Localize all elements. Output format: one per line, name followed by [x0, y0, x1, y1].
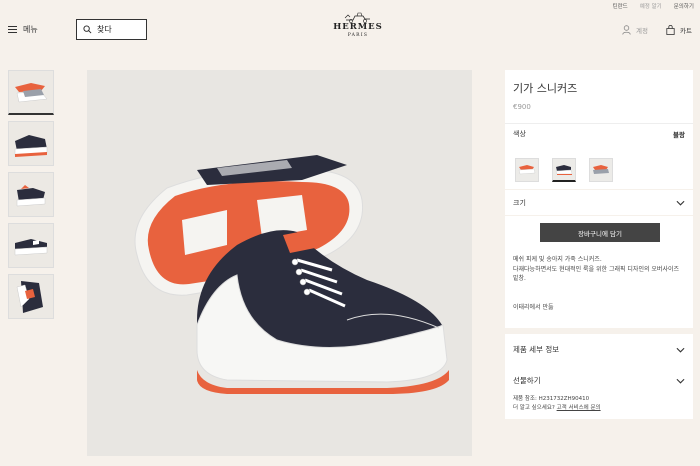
- thumbnail-5[interactable]: [8, 274, 54, 319]
- utility-link-appointment[interactable]: 예정 알기: [640, 2, 662, 10]
- color-swatch-3[interactable]: [589, 158, 613, 182]
- product-hero-image[interactable]: [87, 70, 472, 456]
- details-label: 제품 세부 정보: [513, 345, 560, 354]
- product-name: 기가 스니커즈: [513, 82, 578, 95]
- chevron-down-icon: [676, 347, 685, 353]
- color-selector: 색상 블랑: [505, 123, 693, 189]
- chevron-down-icon: [676, 200, 685, 206]
- user-icon: [622, 25, 631, 35]
- search-input[interactable]: 찾다: [76, 19, 147, 40]
- details-panel: 제품 세부 정보 선물하기 제품 참조: H231732ZH90410 더 알고…: [505, 334, 693, 419]
- utility-links: 틴란드 예정 알기 문의하기: [613, 2, 694, 10]
- help-prefix: 더 알고 싶으세요?: [513, 405, 555, 411]
- brand-name: HERMES: [333, 22, 383, 32]
- thumbnail-1[interactable]: [8, 70, 54, 115]
- search-placeholder: 찾다: [97, 25, 112, 34]
- purchase-panel: 장바구니에 담기 메쉬 피케 및 송아지 가죽 스니커즈. 다재다능하면서도 현…: [505, 216, 693, 328]
- brand-city: PARIS: [347, 33, 369, 38]
- search-icon: [83, 25, 92, 34]
- color-swatch-2[interactable]: [552, 158, 576, 182]
- customer-service-link[interactable]: 고객 서비스에 문의: [557, 405, 601, 411]
- add-to-cart-button[interactable]: 장바구니에 담기: [540, 223, 660, 242]
- thumbnail-list: [8, 70, 55, 325]
- utility-link-region[interactable]: 틴란드: [613, 2, 628, 10]
- menu-button[interactable]: 메뉴: [8, 24, 38, 35]
- product-details-toggle[interactable]: 제품 세부 정보: [513, 344, 685, 355]
- gift-label: 선물하기: [513, 376, 541, 385]
- sneaker-illustration: [134, 155, 449, 394]
- cart-label: 카트: [680, 27, 692, 35]
- size-selector[interactable]: 크기: [505, 190, 693, 215]
- menu-label: 메뉴: [23, 25, 38, 34]
- brand-logo[interactable]: HERMES PARIS: [325, 12, 391, 38]
- description-line-2: 다재다능하면서도 현대적인 룩을 위한 그래픽 디자인의 오버사이즈 밑창.: [513, 265, 680, 283]
- cart-button[interactable]: 카트: [666, 25, 692, 35]
- account-button[interactable]: 계정: [622, 25, 648, 35]
- size-label: 크기: [513, 198, 526, 207]
- hamburger-icon: [8, 26, 17, 33]
- description-line-1: 메쉬 피케 및 송아지 가죽 스니커즈.: [513, 256, 602, 263]
- thumbnail-4[interactable]: [8, 223, 54, 268]
- product-reference: 제품 참조: H231732ZH90410 더 알고 싶으세요? 고객 서비스에…: [513, 395, 685, 413]
- chevron-down-icon: [676, 378, 685, 384]
- reference-number: 제품 참조: H231732ZH90410: [513, 396, 590, 402]
- product-title-panel: 기가 스니커즈 €900: [505, 70, 693, 123]
- utility-link-contact[interactable]: 문의하기: [674, 2, 694, 10]
- product-description: 메쉬 피케 및 송아지 가죽 스니커즈. 다재다능하면서도 현대적인 룩을 위한…: [513, 255, 685, 284]
- product-price: €900: [513, 103, 531, 111]
- bag-icon: [666, 25, 675, 35]
- color-label: 색상: [513, 130, 526, 138]
- thumbnail-3[interactable]: [8, 172, 54, 217]
- product-origin: 이태리에서 만듦: [513, 303, 554, 311]
- color-value: 블랑: [673, 131, 685, 139]
- gift-toggle[interactable]: 선물하기: [513, 375, 685, 386]
- thumbnail-2[interactable]: [8, 121, 54, 166]
- account-label: 계정: [636, 27, 648, 35]
- color-swatch-1[interactable]: [515, 158, 539, 182]
